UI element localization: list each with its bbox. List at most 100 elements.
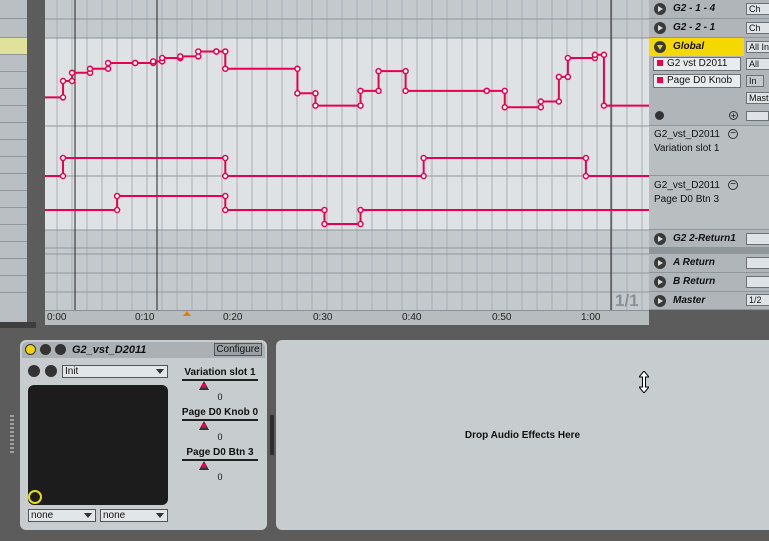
- automation-breakpoint[interactable]: [68, 69, 76, 77]
- automation-breakpoint[interactable]: [483, 87, 490, 95]
- configure-button[interactable]: Configure: [214, 343, 262, 356]
- automation-breakpoint[interactable]: [357, 206, 364, 214]
- automation-breakpoint[interactable]: [312, 90, 319, 97]
- macro-slider[interactable]: [199, 381, 209, 390]
- arrangement-view[interactable]: 1/1: [45, 0, 649, 310]
- automation-breakpoint[interactable]: [59, 94, 67, 101]
- automation-breakpoint[interactable]: [131, 59, 139, 67]
- open-preset-icon[interactable]: [28, 365, 40, 377]
- wrench-icon[interactable]: [55, 344, 66, 355]
- left-strip-cell[interactable]: [0, 276, 27, 293]
- volume-field[interactable]: [746, 111, 769, 121]
- automation-breakpoint[interactable]: [113, 192, 121, 200]
- automation-breakpoint[interactable]: [564, 54, 572, 62]
- track-io-field[interactable]: [746, 257, 769, 269]
- automation-breakpoint[interactable]: [402, 87, 409, 95]
- track-fold-icon[interactable]: [654, 3, 666, 15]
- automation-breakpoint[interactable]: [176, 53, 184, 60]
- track-header-a-return[interactable]: A Return: [649, 254, 769, 273]
- automation-breakpoint[interactable]: [357, 102, 364, 109]
- xy-pad-cursor[interactable]: [28, 490, 42, 504]
- track-header-global[interactable]: Global All In G2 vst D2011 Page D0 Knob …: [649, 38, 769, 126]
- automation-breakpoint[interactable]: [402, 67, 409, 75]
- track-header-g2-1-4[interactable]: G2 - 1 - 4 Ch: [649, 0, 769, 19]
- preset-select[interactable]: Init: [62, 365, 168, 378]
- track-header-b-return[interactable]: B Return: [649, 273, 769, 292]
- automation-breakpoint[interactable]: [158, 54, 166, 62]
- automation-breakpoint[interactable]: [195, 48, 202, 55]
- device-power-icon[interactable]: [25, 344, 36, 355]
- left-strip-cell[interactable]: [0, 225, 27, 242]
- automation-breakpoint[interactable]: [222, 65, 229, 72]
- automation-breakpoint[interactable]: [104, 59, 112, 67]
- input-channel-select[interactable]: All: [746, 58, 769, 70]
- automation-breakpoint[interactable]: [113, 206, 121, 214]
- macro-slider[interactable]: [199, 421, 209, 430]
- remove-lane-icon[interactable]: −: [728, 129, 738, 139]
- automation-breakpoint[interactable]: [600, 102, 608, 109]
- track-header-master[interactable]: Master 1/2: [649, 292, 769, 310]
- device-chain-splitter[interactable]: [270, 415, 274, 455]
- automation-breakpoint[interactable]: [149, 58, 157, 65]
- arrangement-canvas[interactable]: [45, 0, 649, 310]
- track-unfold-icon[interactable]: [654, 41, 666, 53]
- automation-device-select[interactable]: G2 vst D2011: [653, 57, 741, 71]
- automation-breakpoint[interactable]: [222, 48, 229, 55]
- left-strip-cell[interactable]: [0, 140, 27, 157]
- automation-breakpoint[interactable]: [86, 65, 94, 72]
- left-strip-cell[interactable]: [0, 174, 27, 191]
- xy-pad[interactable]: [28, 385, 168, 505]
- automation-breakpoint[interactable]: [501, 87, 509, 95]
- lane-fold-icon[interactable]: [655, 111, 664, 120]
- monitor-in-button[interactable]: In: [746, 75, 764, 87]
- track-fold-icon[interactable]: [654, 276, 666, 288]
- left-strip-cell[interactable]: [0, 191, 27, 208]
- track-header-g2-2-1[interactable]: G2 - 2 - 1 Ch: [649, 19, 769, 38]
- macro-slider[interactable]: [199, 461, 209, 470]
- left-strip-cell[interactable]: [0, 123, 27, 140]
- automation-breakpoint[interactable]: [420, 172, 427, 180]
- automation-breakpoint[interactable]: [104, 65, 112, 72]
- input-type-select[interactable]: All In: [746, 41, 769, 53]
- automation-breakpoint[interactable]: [312, 102, 319, 109]
- automation-breakpoint[interactable]: [375, 87, 382, 95]
- input-channel-select[interactable]: Ch: [746, 3, 769, 15]
- automation-breakpoint[interactable]: [59, 172, 67, 180]
- add-lane-icon[interactable]: +: [729, 111, 738, 121]
- left-strip-cell[interactable]: [0, 19, 27, 38]
- left-strip-cell[interactable]: [0, 106, 27, 123]
- automation-parameter-select[interactable]: Page D0 Knob: [653, 74, 741, 88]
- automation-breakpoint[interactable]: [420, 154, 427, 162]
- automation-breakpoint[interactable]: [537, 103, 545, 111]
- automation-breakpoint[interactable]: [501, 103, 509, 111]
- left-strip-cell[interactable]: [0, 157, 27, 174]
- left-strip-cell[interactable]: [0, 72, 27, 89]
- left-strip-cell[interactable]: [0, 0, 27, 19]
- left-strip-cell[interactable]: [0, 89, 27, 106]
- automation-breakpoint[interactable]: [555, 73, 563, 81]
- automation-breakpoint[interactable]: [222, 192, 229, 200]
- automation-breakpoint[interactable]: [321, 220, 328, 228]
- automation-breakpoint[interactable]: [357, 220, 364, 228]
- device-drag-handle[interactable]: [10, 415, 14, 455]
- automation-breakpoint[interactable]: [222, 154, 229, 162]
- left-strip-cell[interactable]: [0, 259, 27, 276]
- input-channel-select[interactable]: Ch: [746, 22, 769, 34]
- automation-breakpoint[interactable]: [294, 90, 301, 97]
- master-output-field[interactable]: 1/2: [746, 294, 769, 306]
- automation-breakpoint[interactable]: [555, 98, 563, 105]
- automation-breakpoint[interactable]: [357, 87, 364, 95]
- track-io-field[interactable]: [746, 276, 769, 288]
- track-header-g2-2-return1[interactable]: G2 2-Return1: [649, 230, 769, 248]
- automation-breakpoint[interactable]: [321, 206, 328, 214]
- automation-breakpoint[interactable]: [537, 98, 545, 105]
- left-strip-cell[interactable]: [0, 55, 27, 72]
- device-fold-icon[interactable]: [40, 344, 51, 355]
- automation-breakpoint[interactable]: [59, 77, 67, 85]
- automation-breakpoint[interactable]: [68, 77, 76, 85]
- automation-breakpoint[interactable]: [564, 73, 572, 81]
- automation-breakpoint[interactable]: [582, 172, 590, 180]
- automation-breakpoint[interactable]: [222, 206, 229, 214]
- track-fold-icon[interactable]: [654, 257, 666, 269]
- automation-breakpoint[interactable]: [591, 51, 599, 59]
